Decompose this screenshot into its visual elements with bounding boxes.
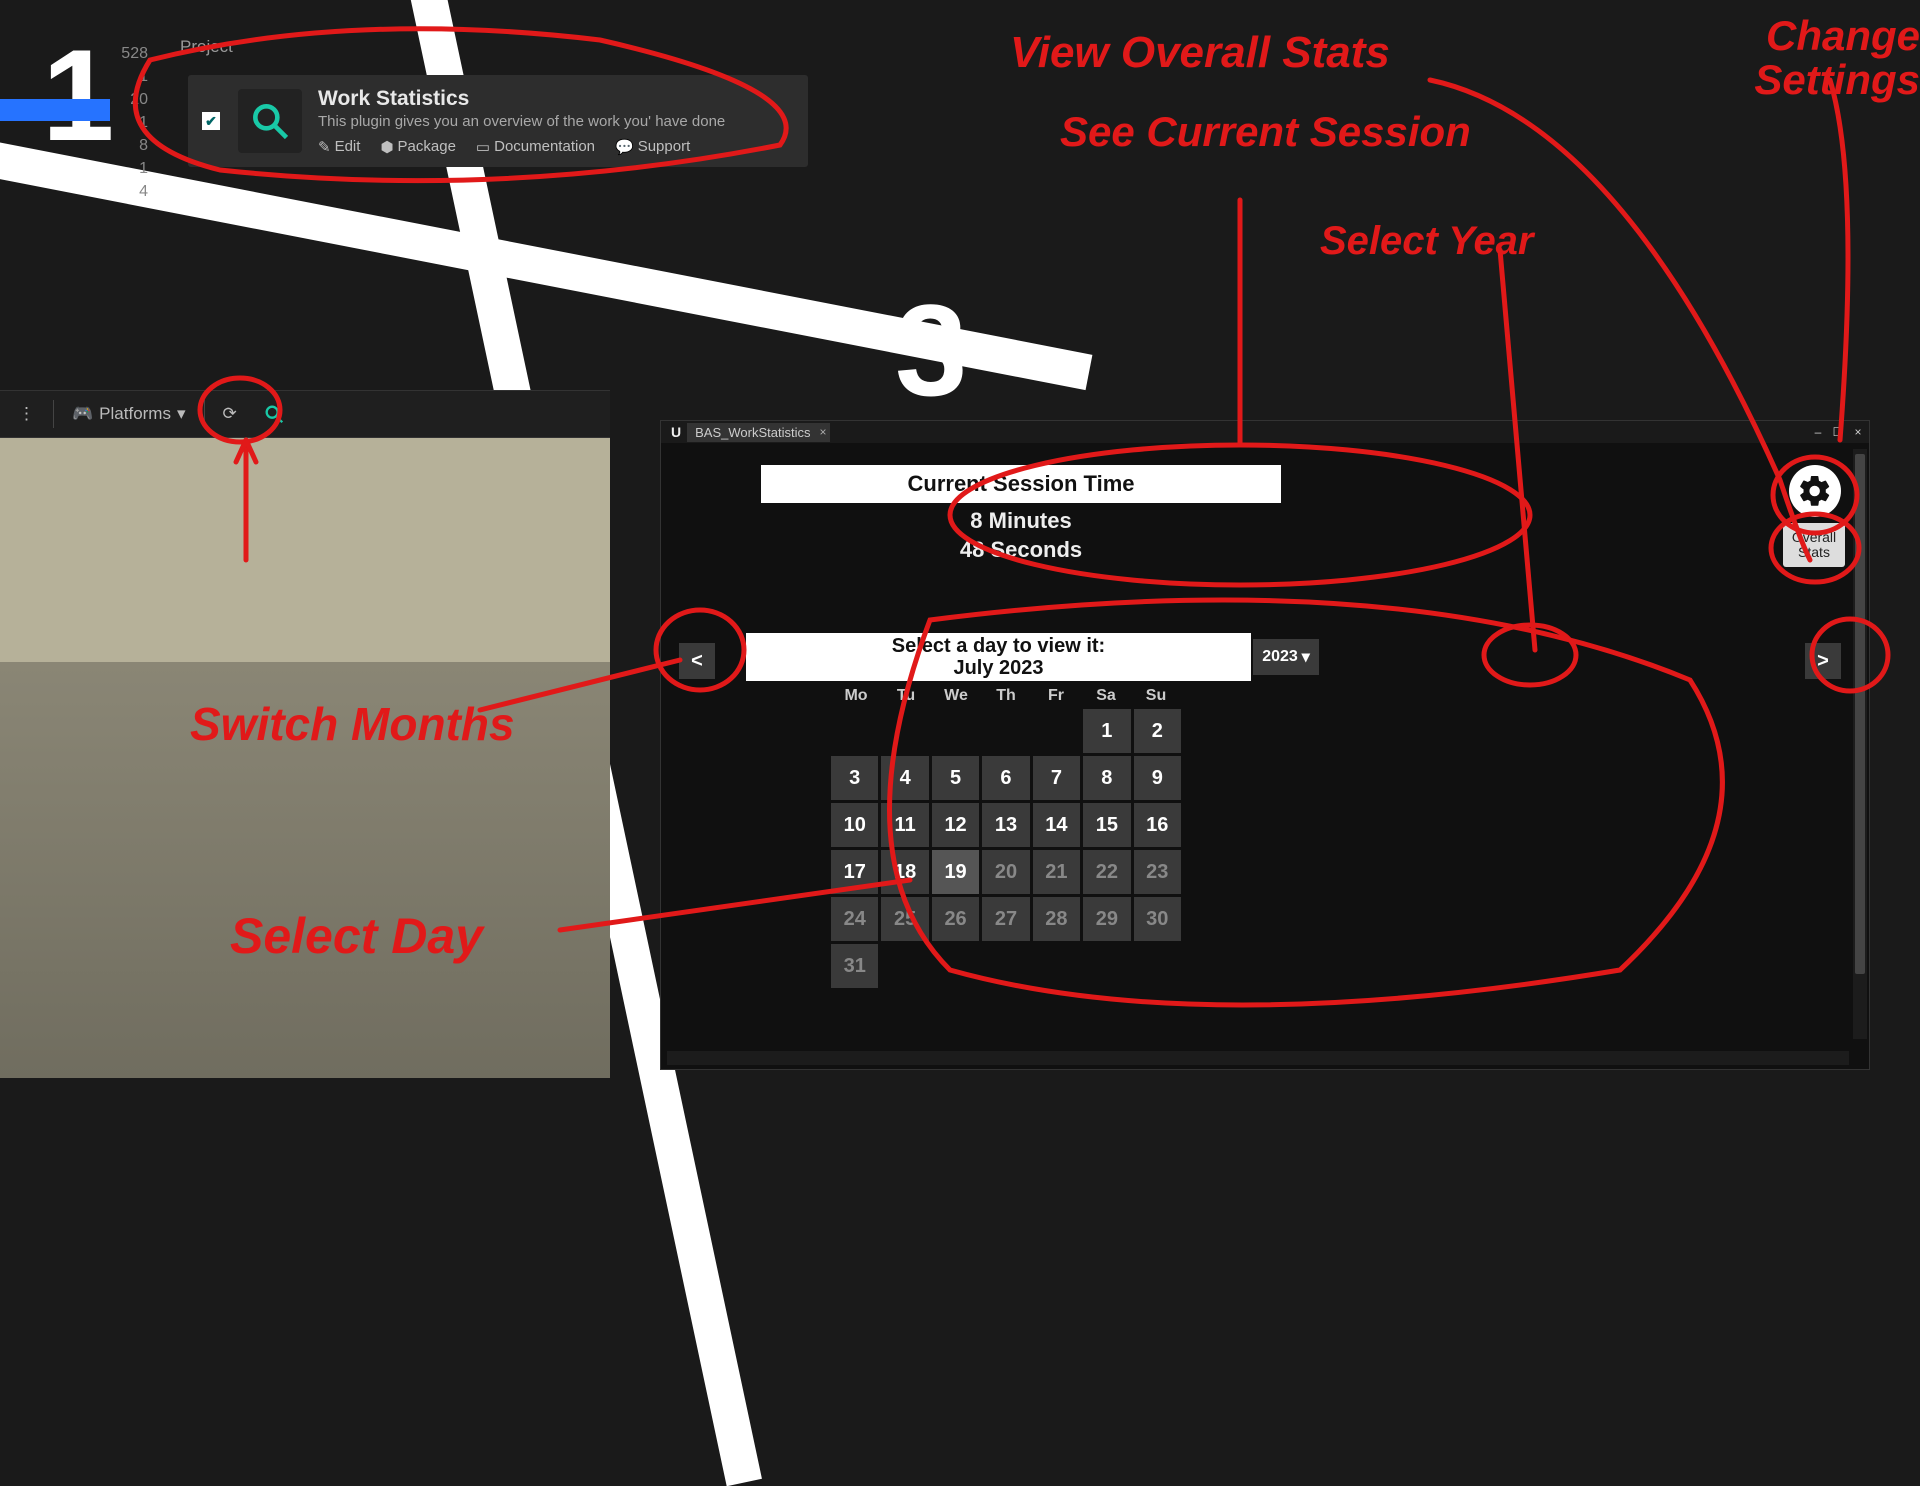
prev-month-button[interactable]: <: [679, 643, 715, 679]
divider: [204, 400, 205, 428]
plugin-description: This plugin gives you an overview of the…: [318, 113, 725, 130]
platforms-dropdown[interactable]: 🎮 Platforms ▾: [64, 400, 194, 428]
step-number-1: 1: [42, 30, 114, 160]
chevron-down-icon: ▾: [177, 404, 186, 424]
package-icon: ⬢: [380, 138, 393, 156]
support-link[interactable]: 💬Support: [615, 138, 690, 156]
package-link[interactable]: ⬢Package: [380, 138, 455, 156]
calendar-day[interactable]: 22: [1083, 850, 1130, 894]
edit-link[interactable]: ✎Edit: [318, 138, 360, 156]
annotation-see-current: See Current Session: [1060, 110, 1471, 154]
calendar-day[interactable]: 3: [831, 756, 878, 800]
overall-stats-button[interactable]: Overall Stats: [1783, 523, 1845, 567]
calendar-day[interactable]: 11: [881, 803, 928, 847]
annotation-view-overall: View Overall Stats: [1010, 30, 1390, 76]
plugin-icon: [238, 89, 302, 153]
current-session-values: 8 Minutes 48 Seconds: [761, 507, 1281, 564]
calendar-day[interactable]: 25: [881, 897, 928, 941]
calendar-day[interactable]: 18: [881, 850, 928, 894]
maximize-button[interactable]: ☐: [1831, 425, 1845, 439]
dropdown-icon[interactable]: ⋮: [10, 400, 43, 428]
calendar-day[interactable]: 5: [932, 756, 979, 800]
panel-plugin-list: Project 528 1 20 1 8 1 4 ✔ Work Statisti…: [110, 15, 870, 255]
gutter-numbers: 528 1 20 1 8 1 4: [108, 45, 148, 201]
calendar-blank: [881, 709, 928, 753]
calendar-day[interactable]: 19: [932, 850, 979, 894]
calendar-day[interactable]: 31: [831, 944, 878, 988]
work-statistics-toolbar-button[interactable]: [255, 399, 293, 429]
plugin-title: Work Statistics: [318, 87, 725, 111]
chat-icon: 💬: [615, 138, 634, 156]
calendar-day[interactable]: 29: [1083, 897, 1130, 941]
calendar-day[interactable]: 9: [1134, 756, 1181, 800]
calendar-day[interactable]: 16: [1134, 803, 1181, 847]
calendar-blank: [982, 709, 1029, 753]
calendar-day[interactable]: 30: [1134, 897, 1181, 941]
settings-button[interactable]: [1789, 465, 1841, 517]
panel-editor-toolbar: ⋮ 🎮 Platforms ▾ ⟳: [0, 370, 660, 1070]
controller-icon: 🎮: [72, 404, 93, 424]
calendar: Mo Tu We Th Fr Sa Su 1234567891011121314…: [831, 687, 1181, 988]
calendar-day[interactable]: 27: [982, 897, 1029, 941]
close-tab-icon[interactable]: ×: [819, 425, 826, 439]
calendar-day[interactable]: 23: [1134, 850, 1181, 894]
documentation-link[interactable]: ▭Documentation: [476, 138, 595, 156]
window-tab[interactable]: BAS_WorkStatistics ×: [687, 423, 830, 442]
calendar-day[interactable]: 17: [831, 850, 878, 894]
calendar-day[interactable]: 24: [831, 897, 878, 941]
calendar-blank: [932, 709, 979, 753]
calendar-day[interactable]: 21: [1033, 850, 1080, 894]
calendar-day[interactable]: 26: [932, 897, 979, 941]
calendar-weekday-row: Mo Tu We Th Fr Sa Su: [831, 687, 1181, 705]
unreal-logo-icon: U: [671, 424, 681, 440]
chevron-down-icon: ▾: [1302, 647, 1310, 667]
vertical-scrollbar[interactable]: [1853, 449, 1867, 1039]
calendar-day[interactable]: 1: [1083, 709, 1130, 753]
year-dropdown[interactable]: 2023 ▾: [1253, 639, 1319, 675]
calendar-day[interactable]: 2: [1134, 709, 1181, 753]
calendar-day[interactable]: 20: [982, 850, 1029, 894]
current-session-header: Current Session Time: [761, 465, 1281, 503]
calendar-header: Select a day to view it: July 2023: [746, 633, 1251, 681]
calendar-day[interactable]: 15: [1083, 803, 1130, 847]
divider: [53, 400, 54, 428]
pencil-icon: ✎: [318, 138, 331, 156]
calendar-day[interactable]: 13: [982, 803, 1029, 847]
level-viewport[interactable]: [0, 438, 610, 1078]
book-icon: ▭: [476, 138, 490, 156]
gear-icon: [1797, 473, 1833, 509]
sidebar-highlight: [0, 99, 110, 121]
next-month-button[interactable]: >: [1805, 643, 1841, 679]
calendar-day[interactable]: 12: [932, 803, 979, 847]
calendar-day[interactable]: 14: [1033, 803, 1080, 847]
annotation-select-year: Select Year: [1320, 220, 1534, 262]
calendar-day[interactable]: 7: [1033, 756, 1080, 800]
horizontal-scrollbar[interactable]: [667, 1051, 1849, 1065]
calendar-day[interactable]: 8: [1083, 756, 1130, 800]
calendar-day[interactable]: 6: [982, 756, 1029, 800]
calendar-blank: [1033, 709, 1080, 753]
plugin-enabled-checkbox[interactable]: ✔: [202, 112, 220, 130]
step-number-3: 3: [895, 285, 967, 415]
close-button[interactable]: ×: [1851, 425, 1865, 439]
calendar-blank: [831, 709, 878, 753]
work-statistics-window: U BAS_WorkStatistics × – ☐ × Current Ses…: [660, 420, 1870, 1070]
calendar-day[interactable]: 4: [881, 756, 928, 800]
annotation-change-settings: Change Settings: [1640, 14, 1920, 102]
category-label: Project: [180, 37, 233, 57]
plugin-card[interactable]: ✔ Work Statistics This plugin gives you …: [188, 75, 808, 167]
calendar-day[interactable]: 28: [1033, 897, 1080, 941]
calendar-day[interactable]: 10: [831, 803, 878, 847]
minimize-button[interactable]: –: [1811, 425, 1825, 439]
refresh-button[interactable]: ⟳: [215, 400, 245, 428]
